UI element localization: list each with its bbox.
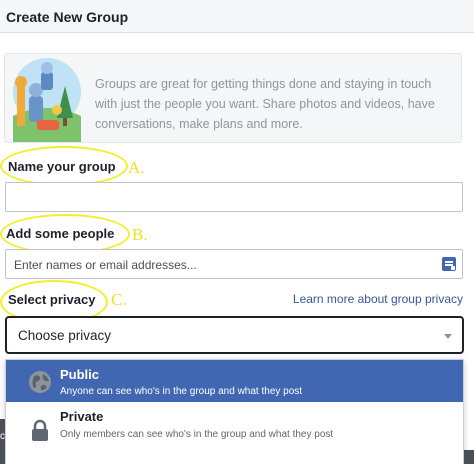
- group-name-label: Name your group: [8, 159, 116, 174]
- privacy-option-private[interactable]: Private Only members can see who's in th…: [6, 402, 463, 464]
- privacy-dropdown-menu: Public Anyone can see who's in the group…: [5, 359, 464, 464]
- globe-icon: [29, 371, 51, 393]
- annotation-label-b: B.: [132, 225, 148, 244]
- privacy-option-public-desc: Anyone can see who's in the group and wh…: [60, 386, 303, 397]
- add-people-input[interactable]: Enter names or email addresses...: [5, 249, 463, 279]
- add-people-label: Add some people: [6, 226, 115, 241]
- groups-illustration: [13, 58, 81, 142]
- privacy-select[interactable]: Choose privacy: [5, 316, 464, 354]
- dialog-header: Create New Group: [0, 0, 474, 33]
- intro-description: Groups are great for getting things done…: [95, 77, 435, 131]
- intro-panel: Groups are great for getting things done…: [4, 53, 462, 143]
- lock-icon: [32, 419, 48, 441]
- chevron-down-icon: [444, 334, 452, 339]
- select-privacy-label: Select privacy: [8, 292, 96, 307]
- privacy-option-private-desc: Only members can see who's in the group …: [60, 429, 334, 440]
- privacy-option-private-title: Private: [60, 409, 104, 424]
- background-page-edge-right: [464, 450, 474, 464]
- privacy-option-public[interactable]: Public Anyone can see who's in the group…: [6, 360, 463, 402]
- dialog-title: Create New Group: [6, 9, 129, 25]
- learn-privacy-link[interactable]: Learn more about group privacy: [293, 292, 463, 306]
- group-name-input[interactable]: [5, 182, 463, 212]
- add-people-placeholder: Enter names or email addresses...: [14, 258, 197, 272]
- annotation-label-a: A.: [128, 158, 145, 177]
- privacy-select-value: Choose privacy: [18, 328, 112, 343]
- privacy-option-public-title: Public: [60, 367, 100, 382]
- annotation-label-c: C.: [111, 290, 127, 309]
- background-partial-text: c: [0, 431, 5, 442]
- contacts-icon[interactable]: [442, 257, 456, 271]
